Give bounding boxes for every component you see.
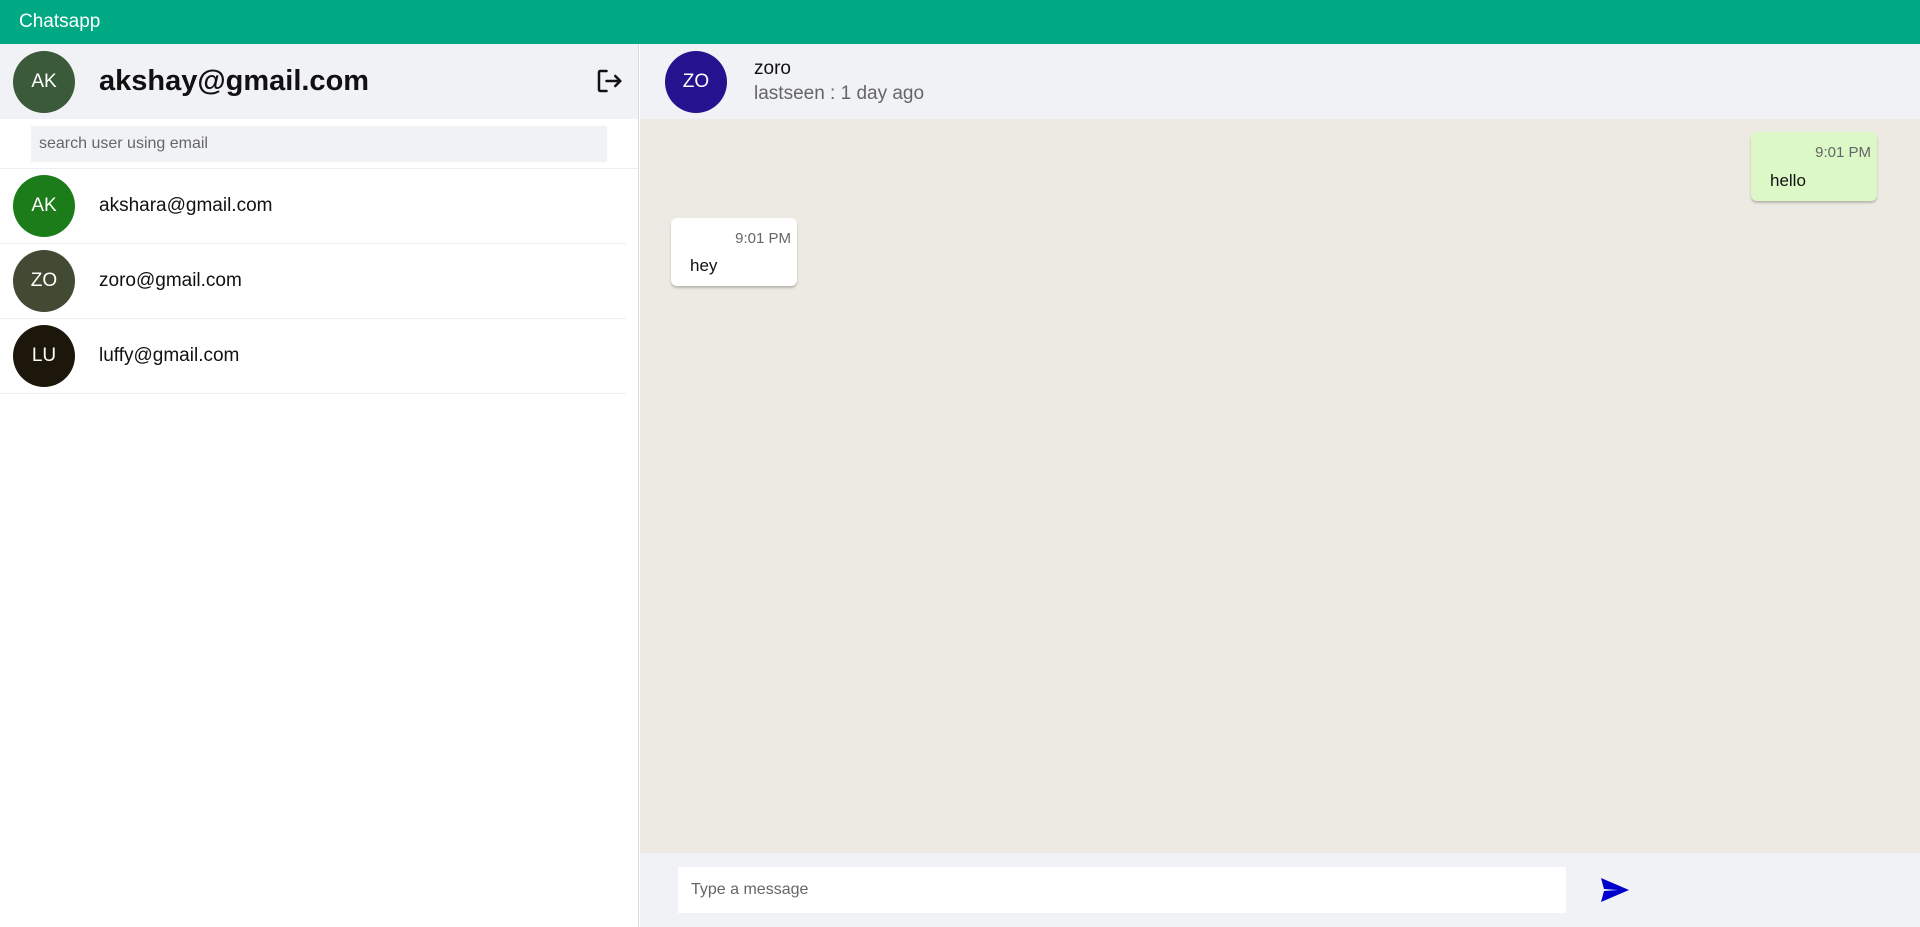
current-user-initials: AK <box>31 70 57 92</box>
message-time: 9:01 PM <box>1815 144 1871 161</box>
contact-avatar: ZO <box>665 50 727 113</box>
message-text: hey <box>690 256 718 275</box>
user-list: AK akshara@gmail.com ZO zoro@gmail.com L… <box>0 169 626 394</box>
message-list: 9:01 PM hello 9:01 PM hey <box>640 119 1920 853</box>
chat-header: ZO zoro lastseen : 1 day ago <box>640 44 1920 119</box>
user-email: luffy@gmail.com <box>99 345 240 366</box>
user-item-luffy[interactable]: LU luffy@gmail.com <box>0 319 626 394</box>
message-text: hello <box>1770 171 1806 190</box>
avatar: LU <box>13 325 75 387</box>
current-user-avatar: AK <box>13 50 75 113</box>
avatar: AK <box>13 175 75 237</box>
message-sent: 9:01 PM hello <box>1751 132 1877 201</box>
contact-status: lastseen : 1 day ago <box>754 82 925 104</box>
logout-icon[interactable] <box>594 66 624 96</box>
user-email: akshara@gmail.com <box>99 195 273 216</box>
avatar: ZO <box>13 250 75 312</box>
app-bar: Chatsapp <box>0 0 1920 44</box>
avatar-initials: LU <box>31 345 57 366</box>
contact-initials: ZO <box>682 70 710 92</box>
user-item-zoro[interactable]: ZO zoro@gmail.com <box>0 244 626 319</box>
user-email: zoro@gmail.com <box>99 270 242 291</box>
avatar-initials: AK <box>31 195 57 216</box>
sidebar: AK akshay@gmail.com AK akshara@gmail.com… <box>0 44 639 927</box>
current-user-header: AK akshay@gmail.com <box>0 44 638 119</box>
send-icon[interactable] <box>1598 873 1632 907</box>
message-received: 9:01 PM hey <box>671 218 797 286</box>
app-title: Chatsapp <box>19 11 101 32</box>
search-bar <box>0 119 638 169</box>
message-input[interactable] <box>678 867 1566 913</box>
contact-name: zoro <box>754 57 791 79</box>
current-user-email: akshay@gmail.com <box>99 65 370 97</box>
message-time: 9:01 PM <box>735 230 791 247</box>
chat-panel: ZO zoro lastseen : 1 day ago 9:01 PM hel… <box>640 44 1920 927</box>
avatar-initials: ZO <box>30 270 58 291</box>
user-item-akshara[interactable]: AK akshara@gmail.com <box>0 169 626 244</box>
message-composer <box>640 853 1920 927</box>
search-input[interactable] <box>31 125 607 162</box>
contact-info: zoro lastseen : 1 day ago <box>754 57 924 107</box>
